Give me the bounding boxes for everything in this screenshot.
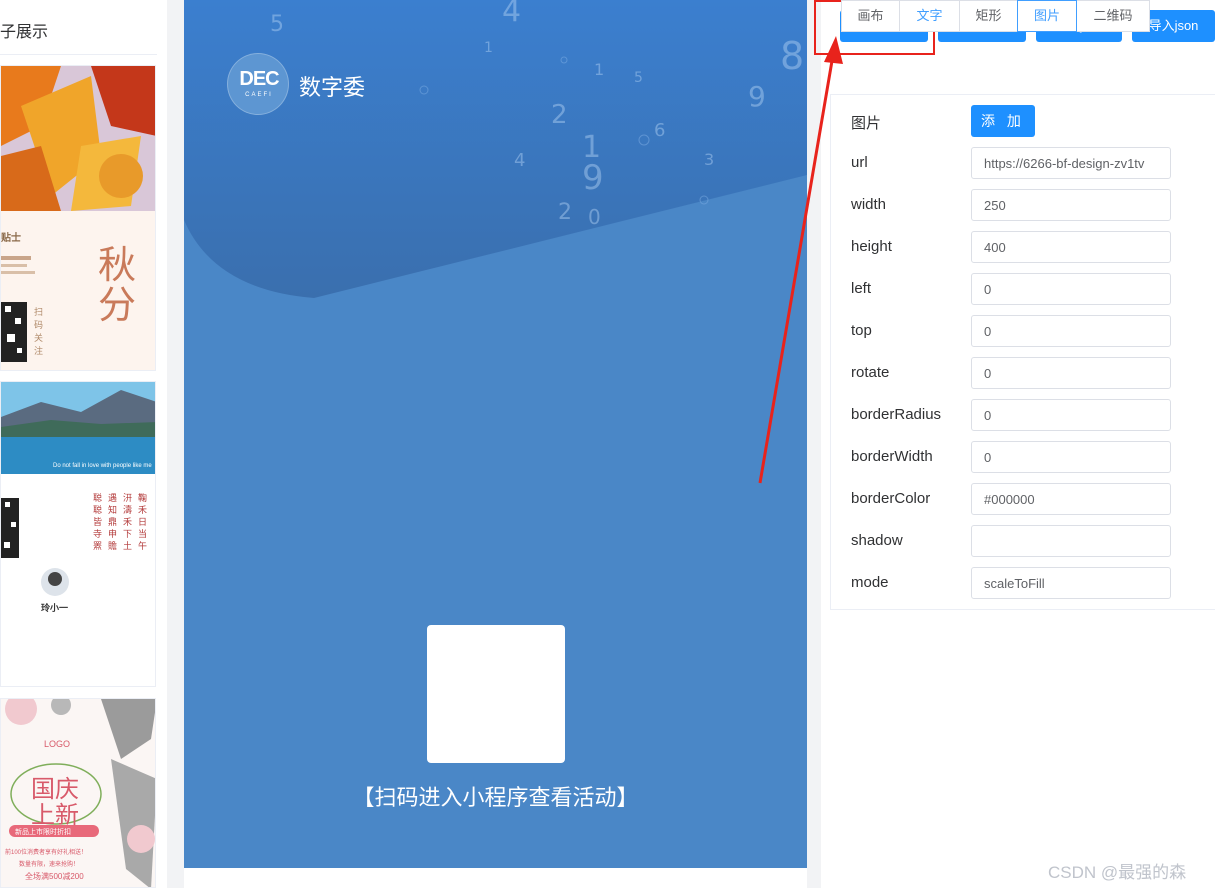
- national-day-logo: LOGO: [44, 739, 71, 749]
- top-input[interactable]: [971, 315, 1171, 347]
- rotate-label: rotate: [851, 364, 890, 381]
- mode-label: mode: [851, 574, 889, 591]
- template-list-panel: 子展示 贴士 秋分 扫码关注 Do not fall in love with …: [0, 0, 167, 888]
- border-width-input[interactable]: [971, 441, 1171, 473]
- decorative-digit: 4: [514, 150, 526, 171]
- shadow-label: shadow: [851, 532, 903, 549]
- national-day-line-3: 全场满500减200: [25, 872, 84, 881]
- url-input[interactable]: [971, 147, 1171, 179]
- tab-text[interactable]: 文字: [899, 0, 960, 32]
- tab-qrcode[interactable]: 二维码: [1076, 0, 1150, 32]
- national-day-line-2: 数量有限，速来抢购！: [19, 862, 80, 868]
- template-card-national-day[interactable]: LOGO 国庆 上新 新品上市限时折扣 前100位消费者享有好礼相送！ 数量有限…: [0, 698, 156, 888]
- template-card-heading: 贴士: [1, 233, 21, 244]
- decorative-digit: 5: [634, 70, 643, 86]
- border-color-input[interactable]: [971, 483, 1171, 515]
- decorative-digit: 9: [748, 80, 766, 113]
- decorative-digit: 1: [594, 60, 605, 79]
- decorative-digit: 2: [558, 200, 572, 225]
- right-gutter: [807, 0, 821, 888]
- template-card-side-text: 扫码关注: [34, 307, 44, 356]
- lake-caption: Do not fall in love with people like me: [53, 463, 152, 469]
- image-label: 图片: [851, 115, 882, 132]
- divider: [0, 54, 157, 55]
- template-list-title: 子展示: [0, 24, 49, 41]
- rotate-input[interactable]: [971, 357, 1171, 389]
- digit-pattern: 458921920154631: [184, 0, 807, 300]
- top-label: top: [851, 322, 872, 339]
- decorative-digit: 0: [588, 205, 601, 229]
- tab-image[interactable]: 图片: [1017, 0, 1077, 32]
- decorative-digit: 3: [704, 150, 715, 169]
- user-name: 玲小一: [41, 603, 69, 613]
- border-radius-label: borderRadius: [851, 406, 942, 423]
- left-input[interactable]: [971, 273, 1171, 305]
- poem-column: 鞠禾日当午: [138, 493, 148, 551]
- left-gutter: [167, 0, 184, 888]
- decorative-digit: 8: [780, 34, 805, 78]
- poster-canvas[interactable]: 458921920154631 DEC CAEFI 数字委 【扫码进入小程序查看…: [184, 0, 807, 868]
- poem-column: 遇知鼎申贍: [108, 493, 118, 551]
- decorative-digit: 4: [502, 0, 522, 29]
- left-label: left: [851, 280, 872, 297]
- canvas-bottom-strip: [184, 868, 807, 888]
- decorative-digit: 5: [270, 12, 284, 37]
- decorative-digit: 6: [654, 120, 666, 141]
- national-day-banner: 新品上市限时折扣: [15, 829, 71, 836]
- brand-logo: DEC CAEFI: [227, 53, 289, 115]
- mode-input[interactable]: [971, 567, 1171, 599]
- template-card-lake[interactable]: Do not fall in love with people like me …: [0, 381, 156, 687]
- decorative-digit: 2: [551, 100, 568, 130]
- national-day-title-2: 上新: [31, 802, 79, 829]
- poem-column: 聪聪皆寺罴: [93, 493, 103, 551]
- poem-column: 汧濤禾下土: [123, 493, 133, 551]
- height-input[interactable]: [971, 231, 1171, 263]
- template-card-big-text: 秋分: [98, 245, 137, 327]
- border-color-label: borderColor: [851, 490, 931, 507]
- shadow-input[interactable]: [971, 525, 1171, 557]
- border-radius-input[interactable]: [971, 399, 1171, 431]
- national-day-line-1: 前100位消费者享有好礼相送！: [5, 850, 88, 856]
- brand-name: 数字委: [299, 75, 366, 100]
- width-label: width: [851, 196, 887, 213]
- tab-rect[interactable]: 矩形: [959, 0, 1018, 32]
- qr-code-placeholder[interactable]: [427, 625, 565, 763]
- app-root: 子展示 贴士 秋分 扫码关注 Do not fall in love with …: [0, 0, 1215, 888]
- border-width-label: borderWidth: [851, 448, 933, 465]
- template-card-autumn[interactable]: 贴士 秋分 扫码关注: [0, 65, 156, 371]
- add-image-button[interactable]: 添 加: [971, 105, 1035, 137]
- decorative-digit: 9: [582, 158, 604, 198]
- watermark: CSDN @最强的森: [1048, 863, 1187, 882]
- height-label: height: [851, 238, 892, 255]
- tab-canvas[interactable]: 画布: [841, 0, 900, 32]
- url-label: url: [851, 154, 868, 171]
- logo-subtext: CAEFI: [245, 92, 273, 98]
- decorative-digit: 1: [484, 40, 493, 56]
- scan-caption: 【扫码进入小程序查看活动】: [352, 785, 639, 810]
- width-input[interactable]: [971, 189, 1171, 221]
- logo-text: DEC: [239, 68, 279, 90]
